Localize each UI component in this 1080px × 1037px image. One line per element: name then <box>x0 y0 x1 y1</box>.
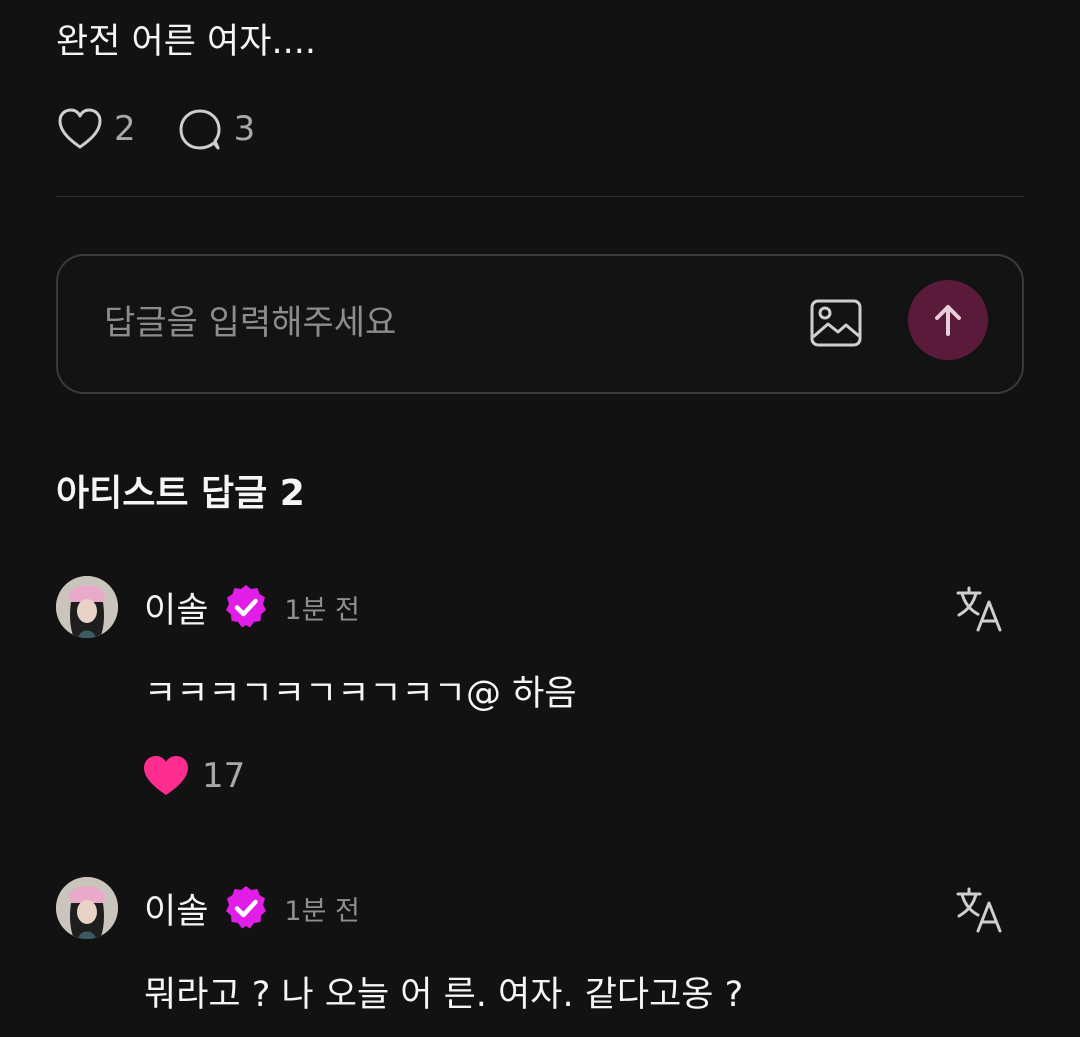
translate-button[interactable] <box>954 885 1004 935</box>
heart-filled-icon <box>144 756 188 795</box>
comment-like-count: 17 <box>202 756 246 796</box>
verified-badge-icon <box>226 585 267 628</box>
post-like-button[interactable]: 2 <box>56 106 136 152</box>
author-row: 이솔 1분 전 <box>144 580 360 634</box>
author-name: 이솔 <box>144 590 209 631</box>
avatar[interactable] <box>56 877 118 939</box>
arrow-up-icon <box>935 305 961 336</box>
speech-bubble-icon <box>179 109 221 150</box>
comment-item: 이솔 1분 전 ㅋㅋㅋㄱㅋㄱㅋㄱㅋㄱ@ 하음 17 <box>56 576 1024 806</box>
comment-text: 뭐라고 ? 나 오늘 어 른. 여자. 같다고옹 ? <box>144 975 744 1015</box>
heart-outline-icon <box>58 108 102 149</box>
comment-time: 1분 전 <box>284 594 360 626</box>
author-name: 이솔 <box>144 891 209 932</box>
post-comment-count: 3 <box>233 109 256 149</box>
translate-button[interactable] <box>954 584 1004 634</box>
comment-item: 이솔 1분 전 뭐라고 ? 나 오늘 어 른. 여자. 같다고옹 ? <box>56 877 1024 1037</box>
image-attach-button[interactable] <box>808 295 864 351</box>
post-text: 완전 어른 여자.... <box>56 22 316 62</box>
reply-input[interactable] <box>104 296 724 350</box>
comment-text: ㅋㅋㅋㄱㅋㄱㅋㄱㅋㄱ@ 하음 <box>144 674 577 714</box>
image-icon <box>810 299 862 347</box>
translate-icon <box>956 586 1002 632</box>
send-button[interactable] <box>908 280 988 360</box>
translate-icon <box>956 887 1002 933</box>
post-like-count: 2 <box>114 109 136 149</box>
post-comment-button[interactable]: 3 <box>176 106 256 152</box>
post-stats: 2 3 <box>56 104 295 154</box>
section-title: 아티스트 답글 2 <box>56 473 305 514</box>
comment-time: 1분 전 <box>284 895 360 927</box>
reply-box <box>56 254 1024 394</box>
divider <box>56 196 1024 197</box>
comment-like-button[interactable]: 17 <box>142 754 245 798</box>
author-row: 이솔 1분 전 <box>144 881 360 935</box>
avatar[interactable] <box>56 576 118 638</box>
verified-badge-icon <box>226 886 267 929</box>
